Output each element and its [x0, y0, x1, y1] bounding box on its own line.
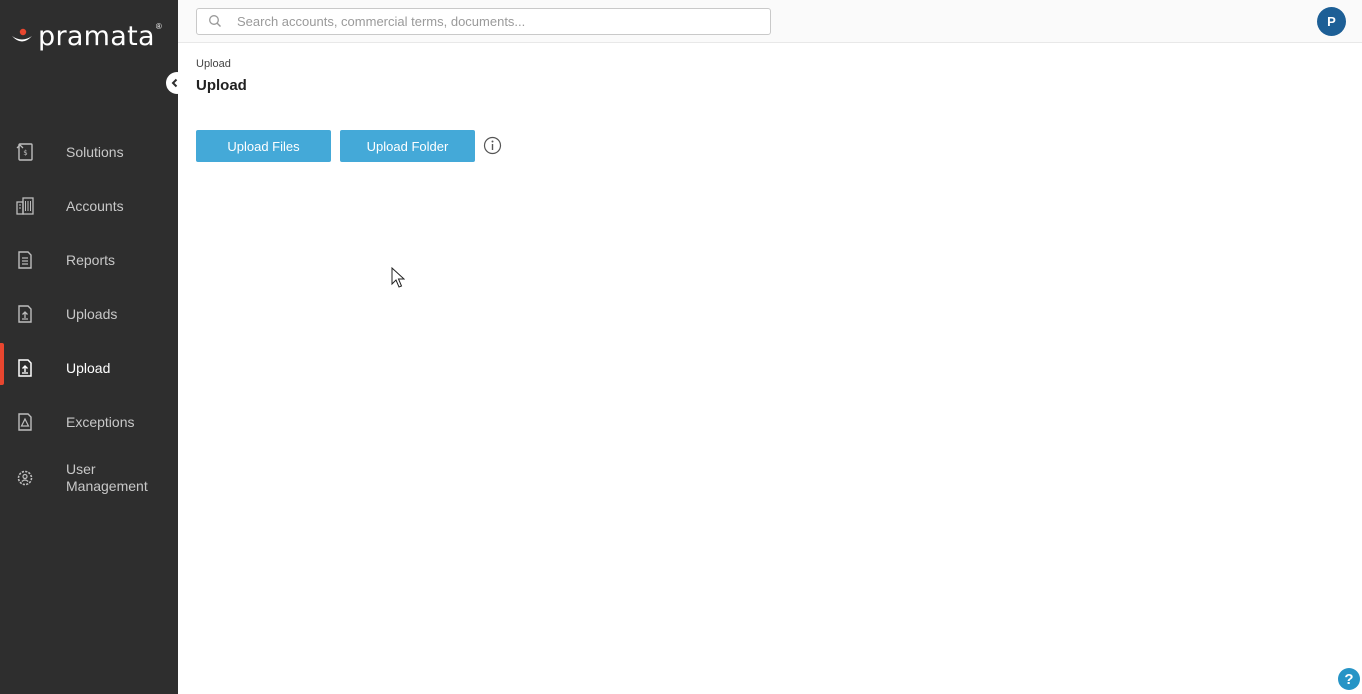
page-title: Upload: [196, 77, 247, 94]
upload-icon: [18, 359, 32, 377]
sidebar-collapse-button[interactable]: [166, 72, 188, 94]
mouse-cursor-icon: [391, 267, 405, 288]
logo-mark-icon: [12, 28, 32, 42]
upload-files-button[interactable]: Upload Files: [196, 130, 331, 162]
pramata-logo[interactable]: pramata ®: [10, 20, 162, 52]
sidebar-item-label: Reports: [66, 251, 116, 268]
help-button[interactable]: ?: [1338, 668, 1360, 690]
user-management-icon: [17, 470, 33, 486]
exceptions-icon: [18, 413, 32, 431]
sidebar-item-label: Solutions: [66, 143, 124, 160]
chevron-left-icon: [171, 78, 178, 88]
global-search[interactable]: [196, 8, 771, 35]
search-icon: [209, 15, 221, 27]
sidebar-item-label: Upload: [66, 359, 111, 376]
logo-text: pramata: [38, 20, 155, 52]
upload-folder-button[interactable]: Upload Folder: [340, 130, 475, 162]
search-input[interactable]: [237, 12, 757, 31]
sidebar-item-label: Accounts: [66, 197, 124, 214]
uploads-icon: [18, 305, 32, 323]
accounts-icon: [16, 197, 34, 215]
sidebar-item-exceptions[interactable]: Exceptions: [0, 395, 178, 449]
reports-icon: [18, 251, 32, 269]
sidebar-item-solutions[interactable]: $ Solutions: [0, 125, 178, 179]
sidebar-item-user-management[interactable]: User Management: [0, 449, 178, 507]
top-bar: P: [178, 0, 1362, 43]
sidebar-item-label: User Management: [66, 461, 148, 494]
info-icon[interactable]: [483, 136, 502, 155]
sidebar-item-reports[interactable]: Reports: [0, 233, 178, 287]
sidebar-item-uploads[interactable]: Uploads: [0, 287, 178, 341]
sidebar: pramata ® $ Solutions Accounts Reports U…: [0, 0, 188, 694]
breadcrumb[interactable]: Upload: [196, 58, 231, 70]
svg-text:$: $: [23, 149, 27, 157]
sidebar-nav: $ Solutions Accounts Reports Uploads Upl…: [0, 125, 178, 507]
logo-registered-mark: ®: [155, 21, 162, 31]
user-avatar[interactable]: P: [1317, 7, 1346, 36]
sidebar-item-label: Exceptions: [66, 413, 135, 430]
solutions-icon: $: [16, 143, 33, 161]
sidebar-item-accounts[interactable]: Accounts: [0, 179, 178, 233]
sidebar-item-upload[interactable]: Upload: [0, 341, 178, 395]
sidebar-item-label: Uploads: [66, 305, 118, 322]
